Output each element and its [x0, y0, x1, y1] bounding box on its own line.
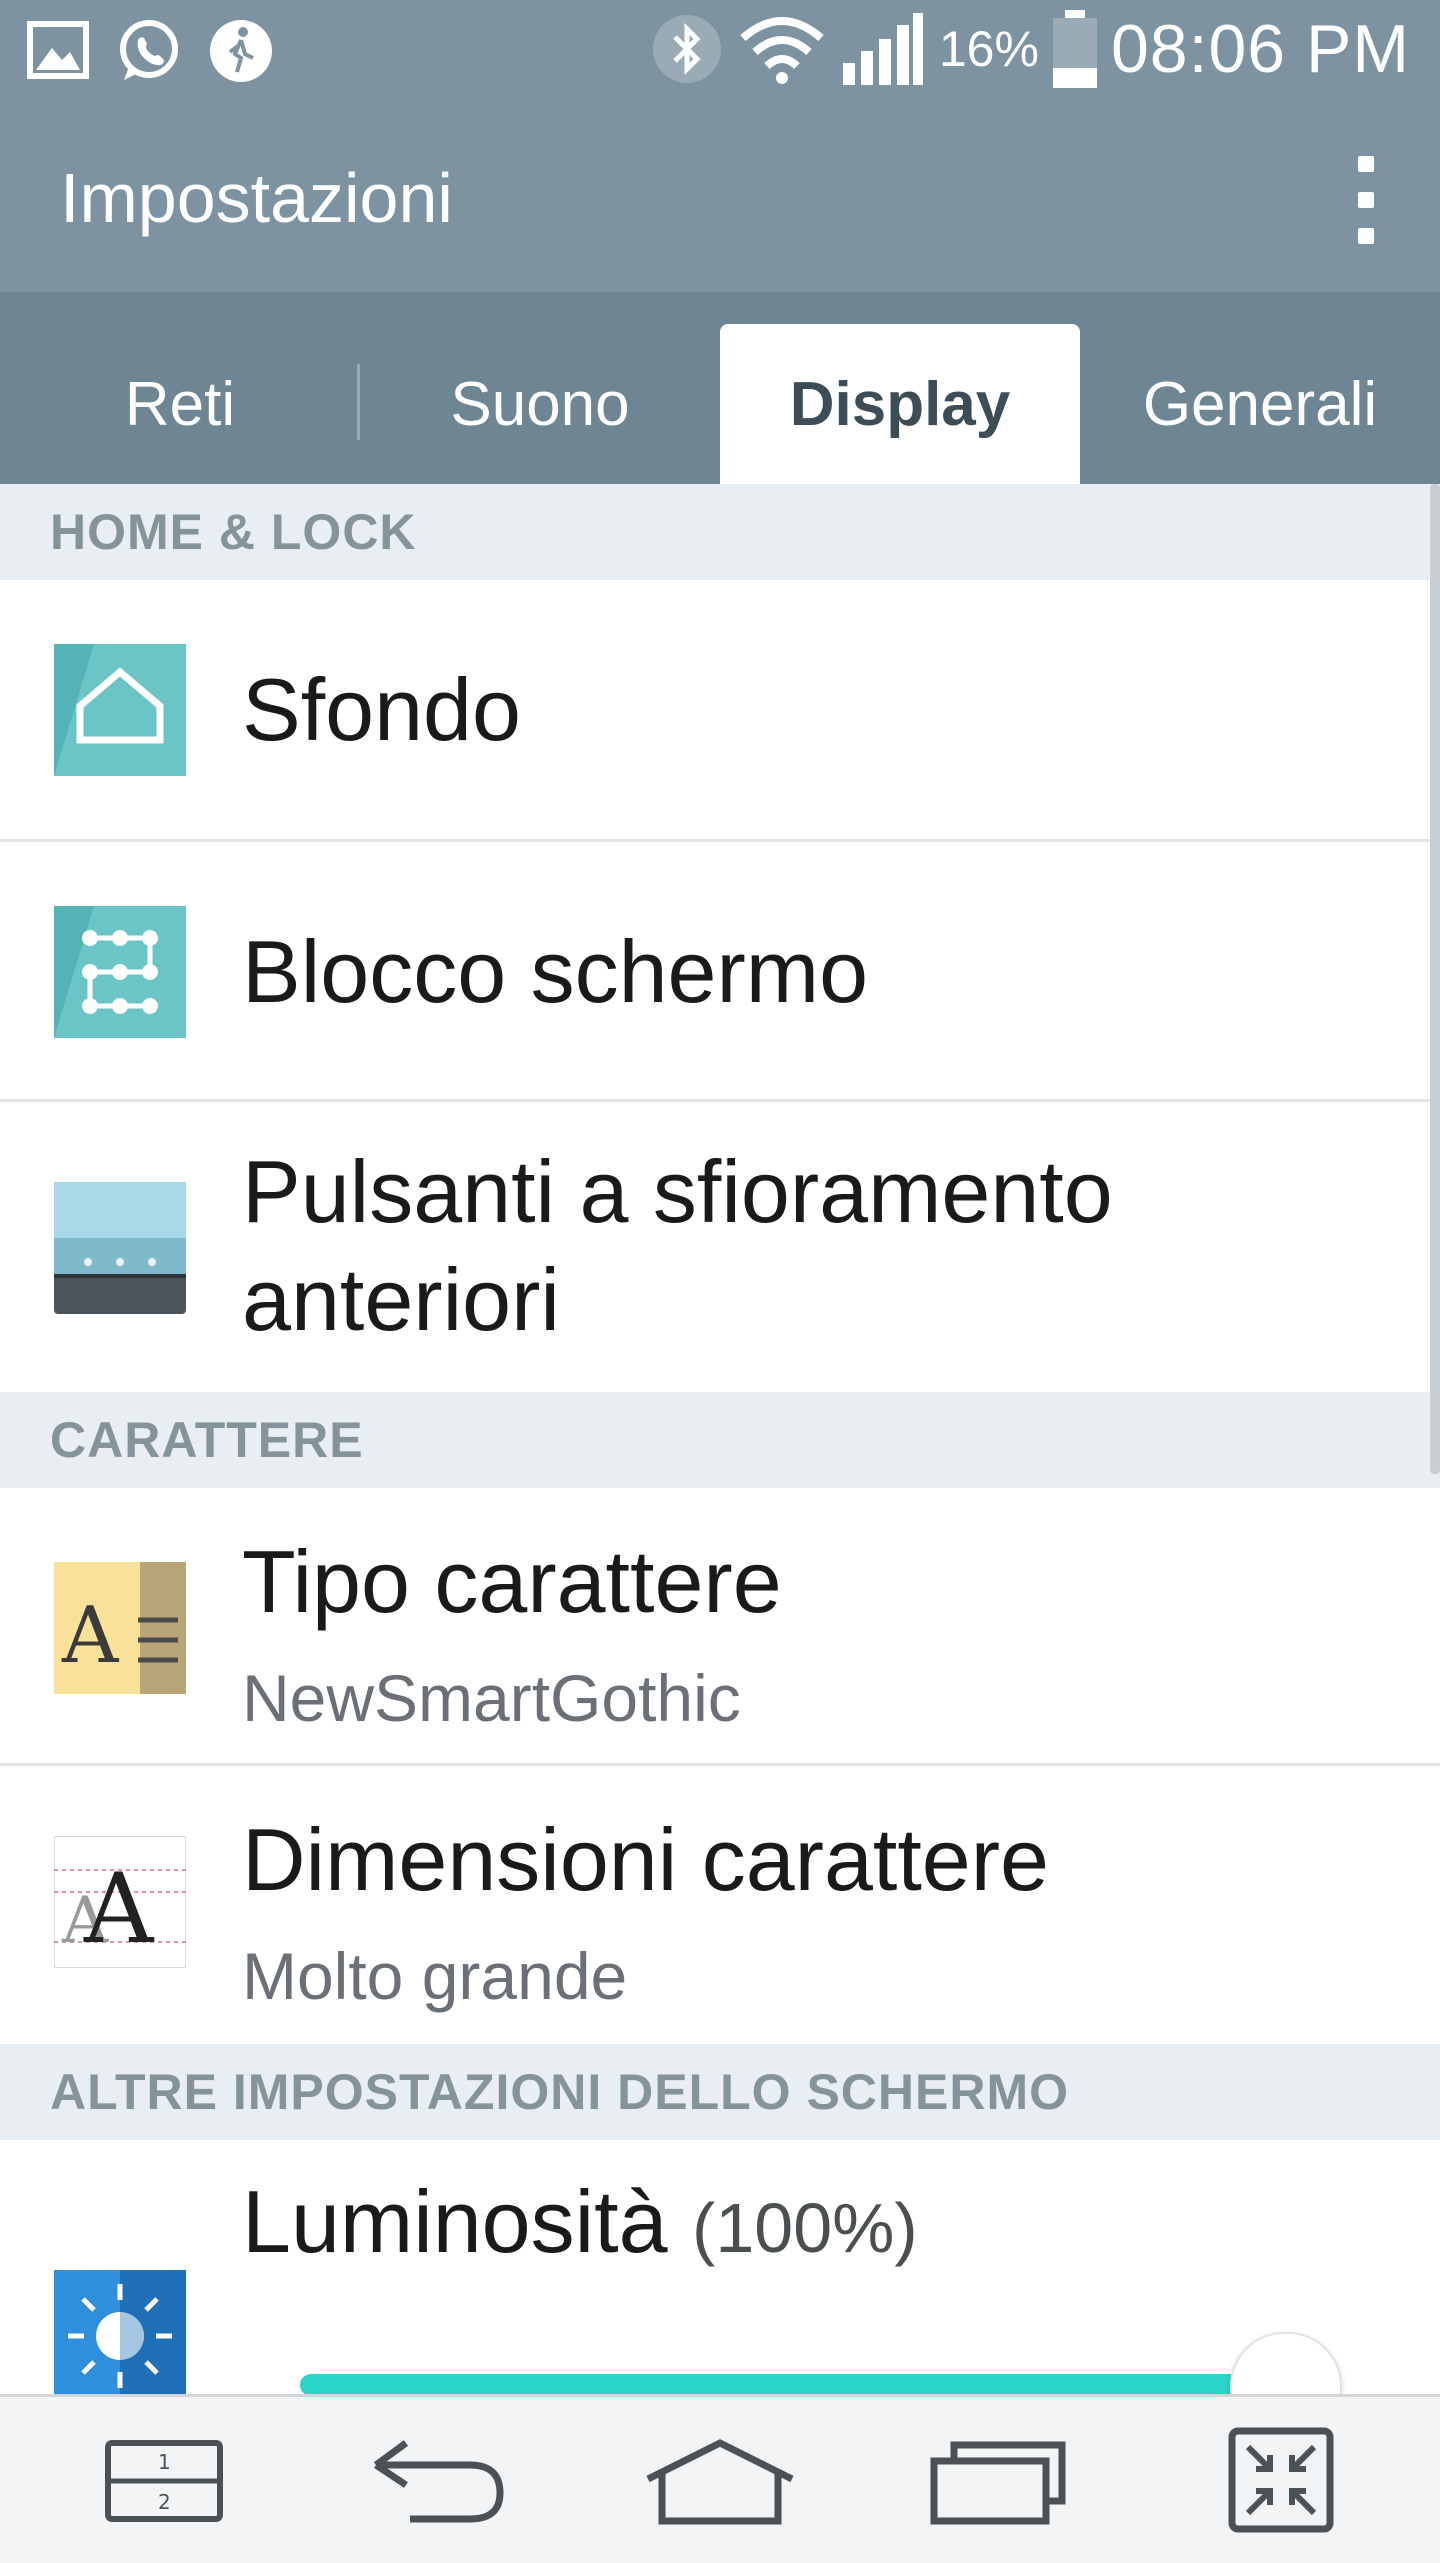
item-title: Dimensioni carattere	[242, 1810, 1049, 1909]
section-header-carattere: CARATTERE	[0, 1392, 1440, 1488]
walk-icon	[210, 20, 272, 82]
clock: 08:06 PM	[1110, 11, 1410, 87]
font-type-icon: A	[54, 1562, 186, 1694]
list-item-dimensioni-carattere[interactable]: A A Dimensioni carattere Molto grande	[0, 1766, 1440, 2044]
battery-percentage: 16%	[938, 21, 1039, 77]
item-title: Tipo carattere	[242, 1532, 782, 1631]
svg-text:2: 2	[158, 2490, 171, 2514]
settings-list: HOME & LOCK Sfondo Blocco schermo Pulsan…	[0, 484, 1440, 2394]
list-item-sfondo[interactable]: Sfondo	[0, 580, 1440, 842]
tab-display[interactable]: Display	[720, 324, 1080, 484]
tab-generali[interactable]: Generali	[1080, 324, 1440, 484]
home-icon[interactable]	[640, 2435, 800, 2527]
tab-reti[interactable]: Reti	[0, 324, 360, 484]
mini-view-icon[interactable]	[1226, 2425, 1336, 2535]
page-title: Impostazioni	[60, 159, 453, 237]
overflow-menu-icon	[1358, 156, 1374, 244]
system-status: 16% 08:06 PM	[651, 10, 1410, 88]
slider-thumb[interactable]	[1230, 2332, 1342, 2394]
back-icon[interactable]	[370, 2435, 510, 2527]
slider-track	[300, 2374, 1240, 2394]
item-title-row: Luminosità (100%)	[242, 2168, 918, 2282]
item-title: Sfondo	[242, 660, 521, 759]
brightness-slider[interactable]	[300, 2332, 1342, 2394]
svg-text:A: A	[83, 1853, 155, 1965]
item-title-line1: Pulsanti a sfioramento	[242, 1142, 1113, 1241]
recent-apps-icon[interactable]	[928, 2435, 1068, 2527]
lock-pattern-icon	[54, 906, 186, 1038]
notification-icons	[26, 18, 274, 84]
signal-icon	[842, 13, 923, 85]
list-item-pulsanti-sfioramento[interactable]: Pulsanti a sfioramento anteriori	[0, 1102, 1440, 1392]
settings-tabs: Reti Suono Display Generali	[0, 292, 1440, 484]
status-bar: 16% 08:06 PM	[0, 0, 1440, 100]
svg-text:1: 1	[158, 2450, 171, 2474]
overflow-menu-button[interactable]	[1336, 152, 1396, 252]
whatsapp-icon	[120, 20, 178, 80]
scrollbar[interactable]	[1430, 484, 1440, 1474]
item-title-line2: anteriori	[242, 1250, 560, 1349]
brightness-icon	[54, 2270, 186, 2394]
section-header-altre-impostazioni: ALTRE IMPOSTAZIONI DELLO SCHERMO	[0, 2044, 1440, 2140]
svg-text:A: A	[61, 1591, 120, 1681]
wifi-icon	[740, 17, 824, 84]
touch-buttons-icon	[54, 1182, 186, 1314]
wallpaper-home-icon	[54, 644, 186, 776]
list-item-luminosita[interactable]: Luminosità (100%)	[0, 2140, 1440, 2394]
list-item-blocco-schermo[interactable]: Blocco schermo	[0, 842, 1440, 1102]
app-bar: Impostazioni	[0, 100, 1440, 292]
item-subtitle: NewSmartGothic	[242, 1661, 741, 1735]
battery-icon	[1052, 10, 1097, 88]
tab-suono[interactable]: Suono	[360, 324, 720, 484]
navigation-bar: 1 2	[0, 2394, 1440, 2563]
gallery-icon	[27, 21, 89, 79]
item-title: Luminosità	[242, 2172, 668, 2271]
list-item-tipo-carattere[interactable]: A Tipo carattere NewSmartGothic	[0, 1488, 1440, 1766]
item-title: Blocco schermo	[242, 922, 869, 1021]
brightness-value: (100%)	[692, 2189, 918, 2267]
font-size-icon: A A	[54, 1836, 186, 1968]
bluetooth-icon	[652, 15, 721, 83]
dual-window-icon[interactable]: 1 2	[94, 2435, 234, 2527]
item-subtitle: Molto grande	[242, 1939, 628, 2013]
section-header-home-lock: HOME & LOCK	[0, 484, 1440, 580]
